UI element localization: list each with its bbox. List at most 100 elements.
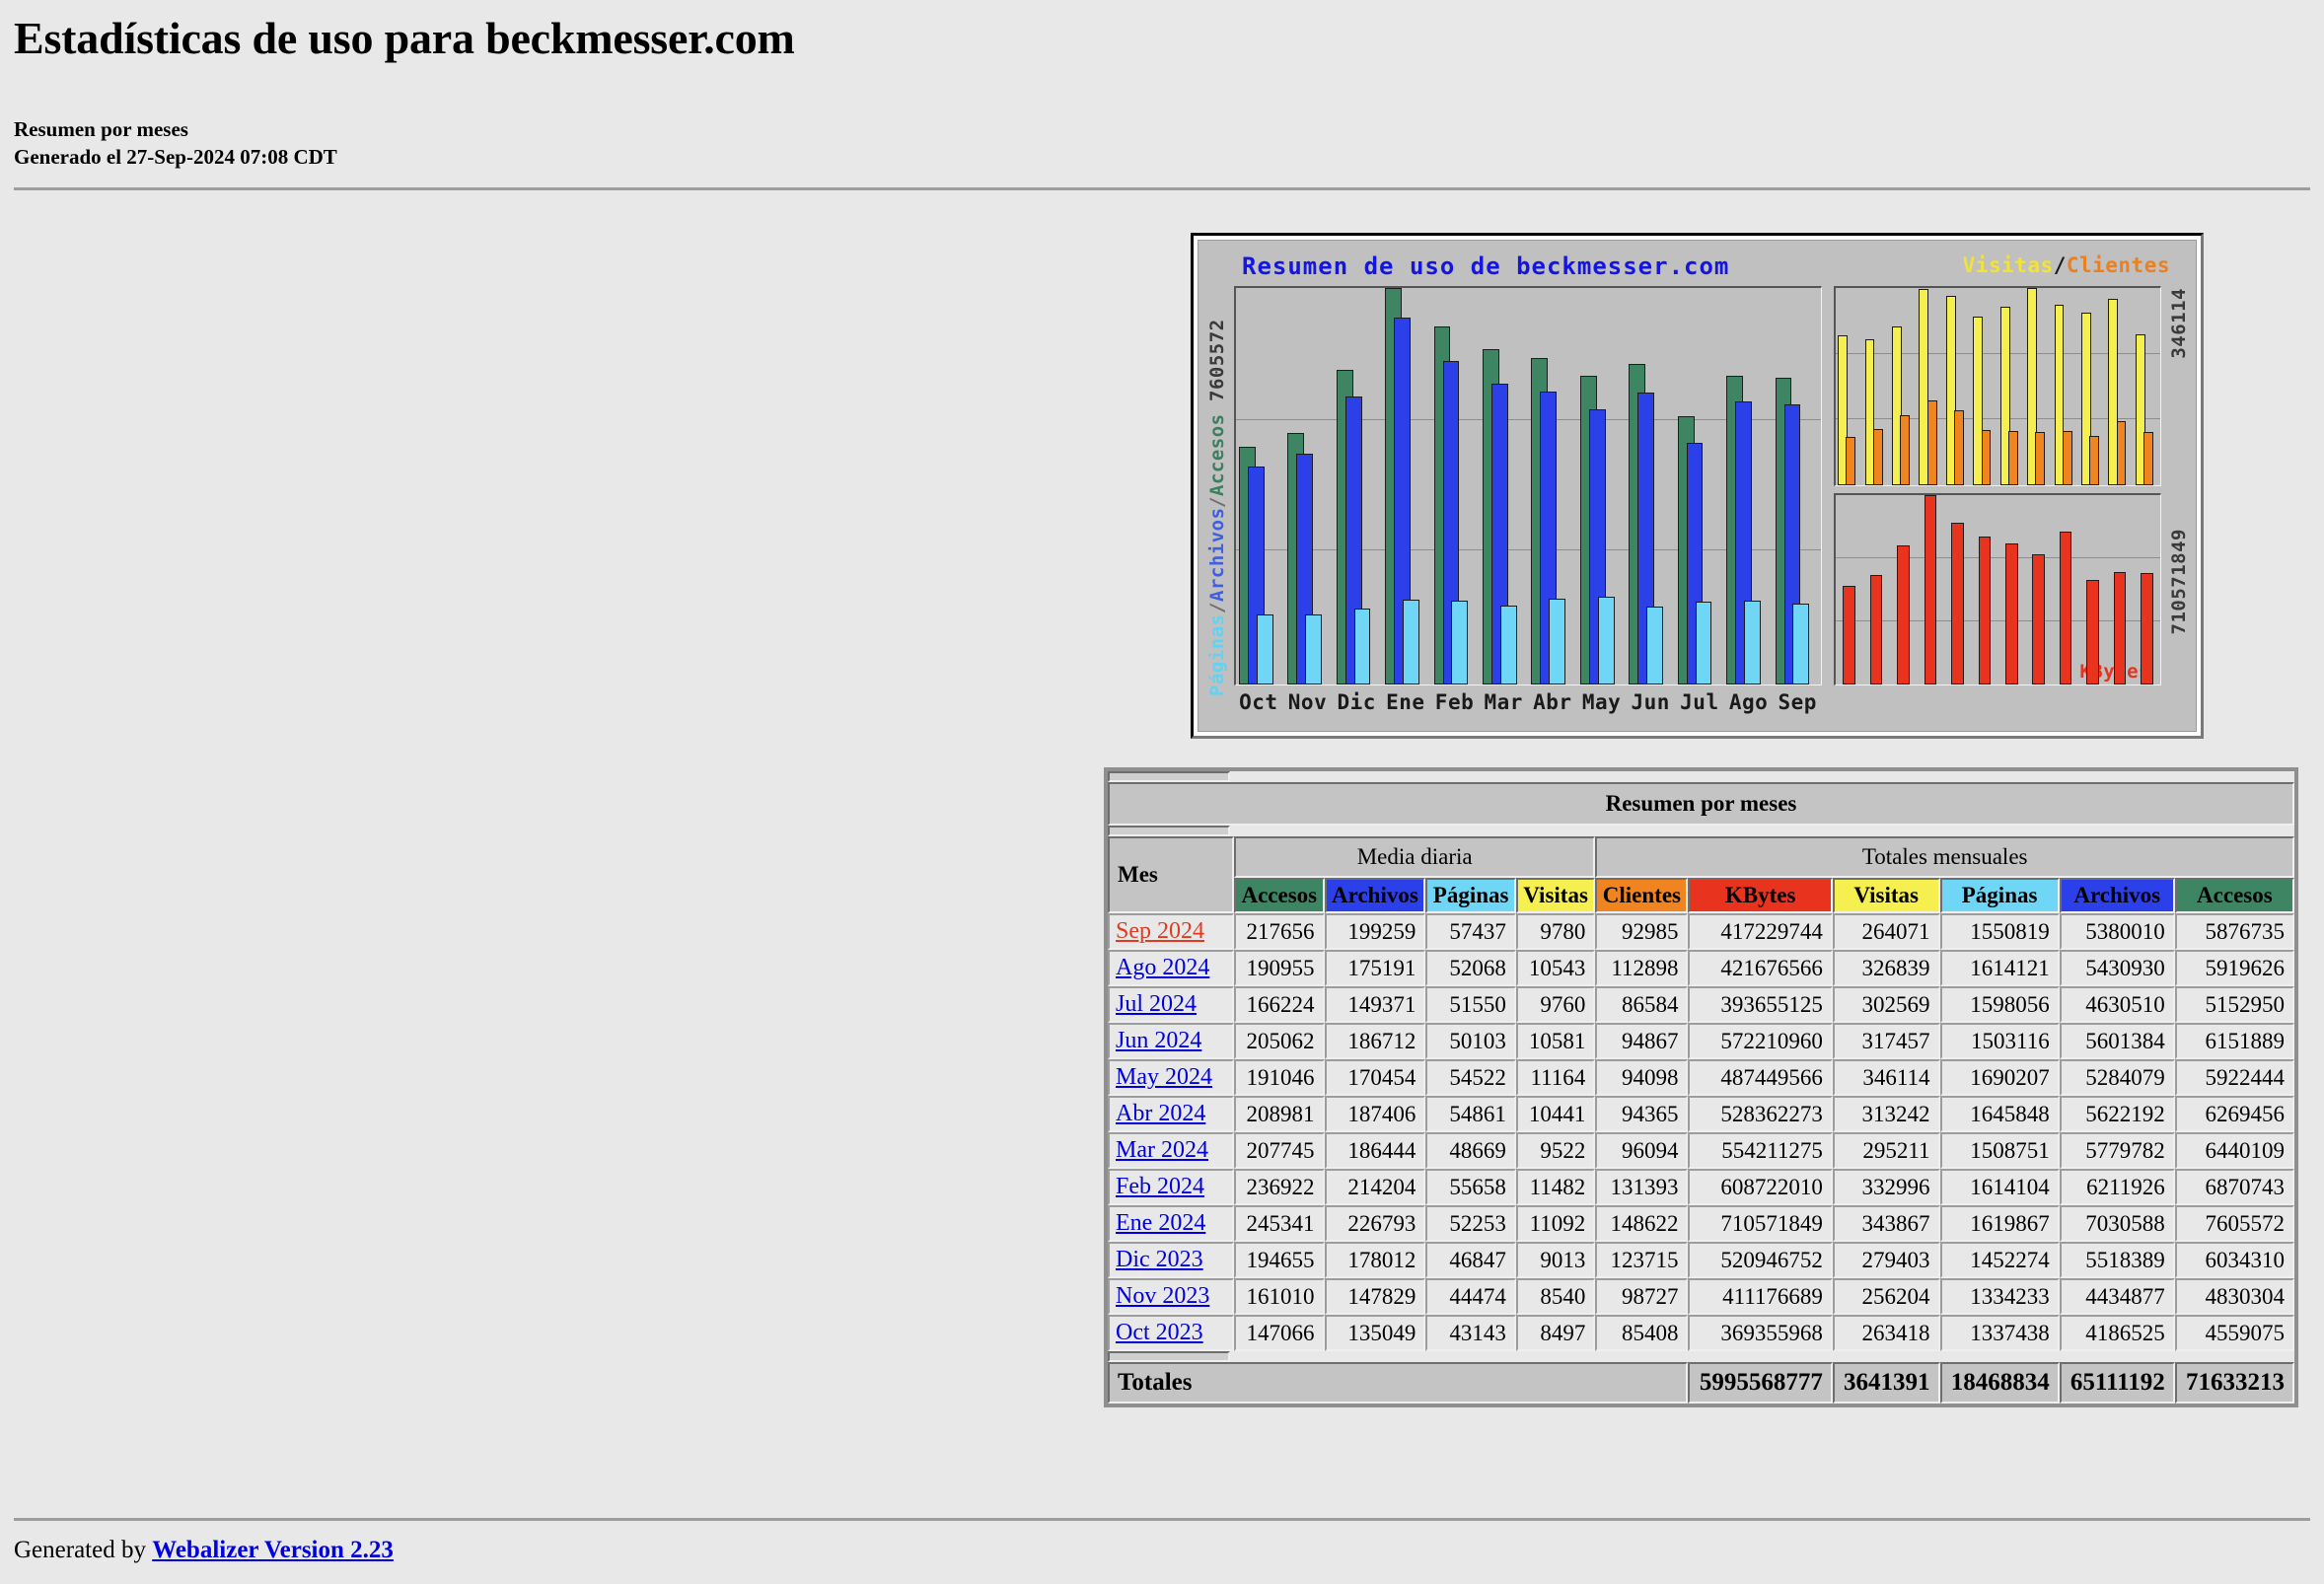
column-header-daily-visitas: Visitas bbox=[1515, 878, 1596, 913]
month-cell: Ene 2024 bbox=[1108, 1205, 1234, 1242]
data-cell: 520946752 bbox=[1688, 1242, 1833, 1278]
data-cell: 1619867 bbox=[1939, 1205, 2060, 1242]
data-cell: 295211 bbox=[1832, 1132, 1940, 1169]
data-cell: 112898 bbox=[1595, 950, 1689, 986]
data-cell: 187406 bbox=[1324, 1096, 1426, 1132]
bar-cluster bbox=[1890, 288, 1917, 485]
month-cell: Jun 2024 bbox=[1108, 1023, 1234, 1059]
data-cell: 5922444 bbox=[2174, 1059, 2294, 1096]
data-cell: 487449566 bbox=[1688, 1059, 1833, 1096]
data-cell: 48669 bbox=[1425, 1132, 1516, 1169]
table-row: Ago 2024 190955 175191 52068 10543 112898 4216… bbox=[1108, 950, 2294, 986]
month-link[interactable]: Mar 2024 bbox=[1116, 1137, 1208, 1163]
bar-paginas bbox=[1451, 600, 1469, 684]
data-cell: 1645848 bbox=[1939, 1096, 2060, 1132]
right-axis-max-visits: 346114 bbox=[2168, 288, 2190, 359]
data-cell: 170454 bbox=[1324, 1059, 1426, 1096]
table-spacer-row-3 bbox=[1108, 1351, 2294, 1362]
x-axis-tick-9: Jul bbox=[1680, 690, 1719, 714]
bar-kbytes bbox=[2086, 579, 2099, 684]
month-link[interactable]: Dic 2023 bbox=[1116, 1247, 1203, 1272]
data-cell: 317457 bbox=[1832, 1023, 1940, 1059]
table-row: Feb 2024 236922 214204 55658 11482 131393 6087… bbox=[1108, 1169, 2294, 1205]
bar-kbytes bbox=[2113, 572, 2127, 684]
data-cell: 1337438 bbox=[1939, 1315, 2060, 1351]
month-link[interactable]: Oct 2023 bbox=[1116, 1320, 1203, 1345]
data-cell: 86584 bbox=[1595, 986, 1689, 1023]
bar-cluster bbox=[1971, 288, 1997, 485]
data-cell: 4559075 bbox=[2174, 1315, 2294, 1351]
bar-cluster bbox=[1998, 288, 2025, 485]
table-row: May 2024 191046 170454 54522 11164 94098 48744… bbox=[1108, 1059, 2294, 1096]
legend-clientes: Clientes bbox=[2066, 253, 2170, 277]
data-cell: 199259 bbox=[1324, 913, 1426, 950]
month-link[interactable]: Feb 2024 bbox=[1116, 1174, 1204, 1199]
data-cell: 207745 bbox=[1234, 1132, 1325, 1169]
month-link[interactable]: Jul 2024 bbox=[1116, 991, 1197, 1017]
month-link[interactable]: Ene 2024 bbox=[1116, 1210, 1205, 1236]
plot-area-hits bbox=[1234, 286, 1822, 685]
data-cell: 5380010 bbox=[2059, 913, 2175, 950]
data-cell: 1334233 bbox=[1939, 1278, 2060, 1315]
page-subheading: Resumen por meses Generado el 27-Sep-202… bbox=[14, 115, 2310, 172]
bar-group-hits bbox=[1236, 288, 1821, 684]
data-cell: 1550819 bbox=[1939, 913, 2060, 950]
month-link[interactable]: Nov 2023 bbox=[1116, 1283, 1209, 1309]
data-cell: 57437 bbox=[1425, 913, 1516, 950]
bar-cluster bbox=[1626, 288, 1674, 684]
axis-slash-1: / bbox=[1206, 602, 1228, 614]
data-cell: 10543 bbox=[1515, 950, 1596, 986]
data-cell: 4434877 bbox=[2059, 1278, 2175, 1315]
webalizer-link[interactable]: Webalizer Version 2.23 bbox=[152, 1537, 394, 1563]
month-link[interactable]: Ago 2024 bbox=[1116, 955, 1209, 980]
data-cell: 161010 bbox=[1234, 1278, 1325, 1315]
footer-text: Generated by Webalizer Version 2.23 bbox=[14, 1537, 2310, 1564]
bar-paginas bbox=[1549, 599, 1566, 684]
bar-clientes bbox=[2007, 431, 2018, 485]
bar-cluster bbox=[2025, 495, 2052, 684]
data-cell: 5152950 bbox=[2174, 986, 2294, 1023]
x-axis-tick-4: Feb bbox=[1434, 690, 1475, 714]
page-title: Estadísticas de uso para beckmesser.com bbox=[14, 13, 795, 63]
data-cell: 6034310 bbox=[2174, 1242, 2294, 1278]
bar-paginas bbox=[1597, 596, 1615, 684]
data-cell: 44474 bbox=[1425, 1278, 1516, 1315]
data-cell: 52068 bbox=[1425, 950, 1516, 986]
bar-cluster bbox=[2079, 288, 2106, 485]
bar-cluster bbox=[2134, 288, 2160, 485]
data-cell: 175191 bbox=[1324, 950, 1426, 986]
data-cell: 1614121 bbox=[1939, 950, 2060, 986]
bar-cluster bbox=[1577, 288, 1626, 684]
data-cell: 421676566 bbox=[1688, 950, 1833, 986]
bar-group-kbytes bbox=[1836, 495, 2160, 684]
plot-area-visits bbox=[1834, 286, 2161, 486]
month-link[interactable]: May 2024 bbox=[1116, 1064, 1212, 1090]
bar-cluster bbox=[1836, 495, 1862, 684]
data-cell: 4830304 bbox=[2174, 1278, 2294, 1315]
month-link[interactable]: Jun 2024 bbox=[1116, 1028, 1201, 1053]
month-cell: Dic 2023 bbox=[1108, 1242, 1234, 1278]
data-cell: 313242 bbox=[1832, 1096, 1940, 1132]
generated-by-label: Generated by bbox=[14, 1537, 153, 1563]
data-cell: 208981 bbox=[1234, 1096, 1325, 1132]
axis-label-paginas: Páginas bbox=[1206, 613, 1228, 696]
month-link[interactable]: Abr 2024 bbox=[1116, 1101, 1205, 1126]
legend-separator: / bbox=[2053, 253, 2067, 277]
x-axis-tick-11: Sep bbox=[1778, 690, 1817, 714]
data-cell: 98727 bbox=[1595, 1278, 1689, 1315]
bar-paginas bbox=[1353, 609, 1371, 684]
bar-clientes bbox=[2116, 420, 2127, 485]
month-link[interactable]: Sep 2024 bbox=[1116, 918, 1204, 944]
bar-cluster bbox=[1836, 288, 1862, 485]
data-cell: 332996 bbox=[1832, 1169, 1940, 1205]
plot-area-kbytes: KBytes bbox=[1834, 493, 2161, 685]
bar-cluster bbox=[1917, 495, 1943, 684]
data-cell: 9760 bbox=[1515, 986, 1596, 1023]
totals-value: 71633213 bbox=[2174, 1362, 2294, 1404]
x-axis-tick-0: Oct bbox=[1239, 690, 1278, 714]
axis-label-accesos: Accesos bbox=[1206, 413, 1228, 496]
data-cell: 554211275 bbox=[1688, 1132, 1833, 1169]
data-cell: 205062 bbox=[1234, 1023, 1325, 1059]
right-axis-max-kbytes: 710571849 bbox=[2168, 529, 2190, 635]
data-cell: 11164 bbox=[1515, 1059, 1596, 1096]
